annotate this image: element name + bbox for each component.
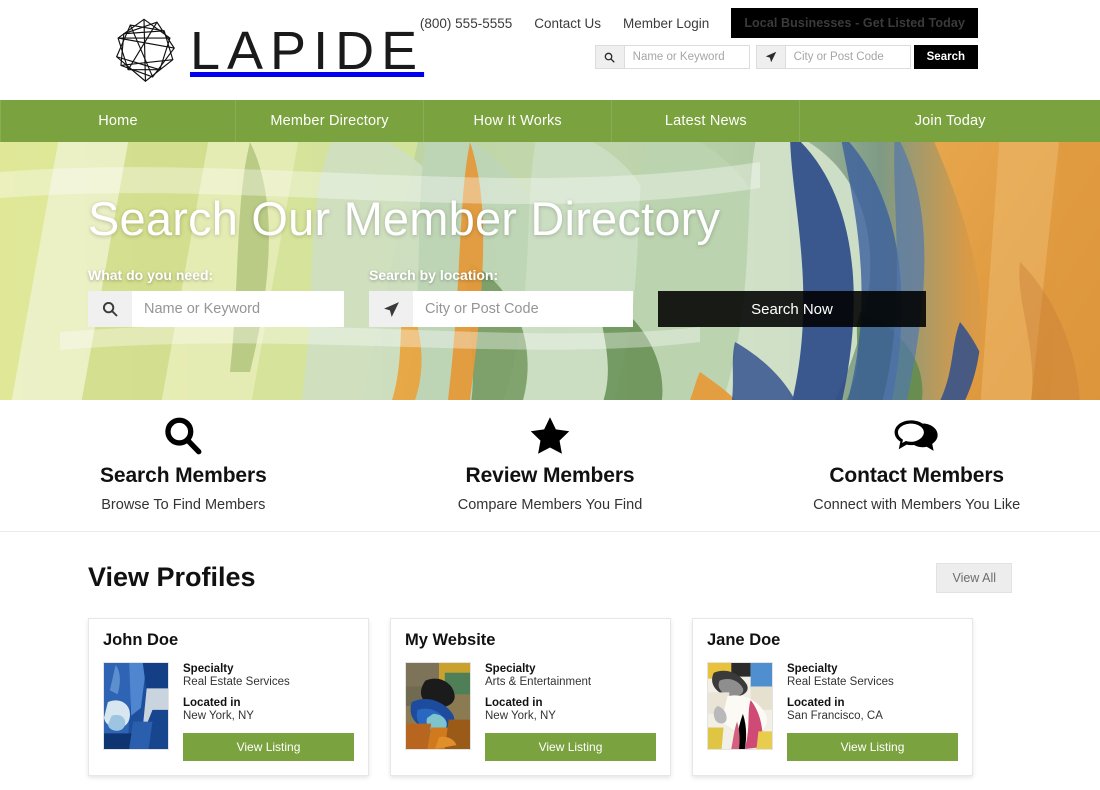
location-value: San Francisco, CA [787, 710, 883, 722]
location-value: New York, NY [183, 710, 254, 722]
feature-title: Search Members [99, 464, 267, 487]
get-listed-cta-button[interactable]: Local Businesses - Get Listed Today [731, 8, 978, 38]
profile-card[interactable]: Jane Doe Specialty Real Estate Services … [692, 618, 973, 776]
specialty-label: Specialty [485, 663, 536, 675]
profile-name: My Website [405, 631, 496, 649]
profiles-header: View Profiles View All [88, 562, 1012, 593]
nav-item-how-it-works[interactable]: How It Works [424, 100, 613, 142]
nav-item-latest-news[interactable]: Latest News [612, 100, 801, 142]
contact-us-link[interactable]: Contact Us [534, 16, 601, 31]
specialty-label: Specialty [787, 663, 838, 675]
hero-search-now-button[interactable]: Search Now [658, 291, 926, 328]
hero-search-form: What do you need: Search by location: [88, 267, 1100, 328]
location-value: New York, NY [485, 710, 556, 722]
hero-title: Search Our Member Directory [88, 192, 721, 245]
specialty-value: Real Estate Services [787, 676, 894, 688]
hero-keyword-input[interactable] [132, 291, 344, 328]
magnifier-icon [0, 414, 367, 458]
polyhedron-wireframe-icon [108, 15, 180, 87]
search-icon [594, 45, 625, 69]
header-keyword-input[interactable] [624, 45, 750, 69]
nav-item-home[interactable]: Home [0, 100, 236, 142]
profile-name: Jane Doe [707, 631, 781, 649]
profile-thumbnail [103, 662, 169, 750]
search-icon [88, 291, 132, 328]
located-label: Located in [787, 697, 845, 709]
view-listing-button[interactable]: View Listing [787, 733, 958, 761]
specialty-value: Arts & Entertainment [485, 676, 592, 688]
view-all-button[interactable]: View All [936, 562, 1012, 593]
specialty-value: Real Estate Services [183, 676, 290, 688]
star-icon [367, 414, 734, 458]
chat-bubbles-icon [733, 414, 1100, 458]
feature-title: Contact Members [829, 464, 1005, 487]
nav-item-join-today[interactable]: Join Today [800, 100, 1099, 142]
location-arrow-icon [369, 291, 413, 328]
hero-keyword-label: What do you need: [88, 267, 214, 284]
profile-name: John Doe [103, 631, 179, 649]
located-label: Located in [485, 697, 543, 709]
site-logo[interactable]: LAPIDE [108, 15, 424, 87]
profile-card[interactable]: My Website Specialty Arts & Entertainmen… [390, 618, 671, 776]
hero-keyword-group: What do you need: [88, 267, 344, 328]
phone-link[interactable]: (800) 555-5555 [420, 16, 512, 31]
located-label: Located in [183, 697, 241, 709]
feature-contact-members: Contact Members Connect with Members You… [733, 414, 1100, 531]
location-arrow-icon [755, 45, 786, 69]
profile-card-list: John Doe Specialty Real Estate Services … [88, 618, 1012, 776]
feature-subtitle: Connect with Members You Like [813, 497, 1021, 513]
feature-subtitle: Browse To Find Members [101, 497, 266, 513]
page-title: View Profiles [88, 562, 256, 592]
feature-review-members: Review Members Compare Members You Find [367, 414, 734, 531]
main-navigation: Home Member Directory How It Works Lates… [0, 100, 1100, 142]
view-profiles-section: View Profiles View All John Doe Specialt… [0, 532, 1100, 776]
header-location-input[interactable] [785, 45, 911, 69]
header-search-bar: Search [594, 45, 978, 69]
specialty-label: Specialty [183, 663, 234, 675]
header-utility-links: (800) 555-5555 Contact Us Member Login L… [420, 8, 978, 38]
member-login-link[interactable]: Member Login [623, 16, 709, 31]
hero-location-label: Search by location: [369, 267, 499, 284]
header-search-button[interactable]: Search [913, 45, 978, 69]
feature-title: Review Members [465, 464, 635, 487]
profile-card[interactable]: John Doe Specialty Real Estate Services … [88, 618, 369, 776]
view-listing-button[interactable]: View Listing [485, 733, 656, 761]
features-section: Search Members Browse To Find Members Re… [0, 400, 1100, 532]
feature-search-members: Search Members Browse To Find Members [0, 414, 367, 531]
hero-content: Search Our Member Directory What do you … [0, 142, 1100, 328]
site-header: LAPIDE (800) 555-5555 Contact Us Member … [0, 0, 1100, 100]
hero-section: Search Our Member Directory What do you … [0, 142, 1100, 400]
logo-wordmark: LAPIDE [190, 21, 425, 81]
hero-location-input[interactable] [413, 291, 633, 328]
profile-thumbnail [405, 662, 471, 750]
view-listing-button[interactable]: View Listing [183, 733, 354, 761]
profile-thumbnail [707, 662, 773, 750]
hero-location-group: Search by location: [369, 267, 633, 328]
nav-item-member-directory[interactable]: Member Directory [236, 100, 425, 142]
feature-subtitle: Compare Members You Find [457, 497, 643, 513]
